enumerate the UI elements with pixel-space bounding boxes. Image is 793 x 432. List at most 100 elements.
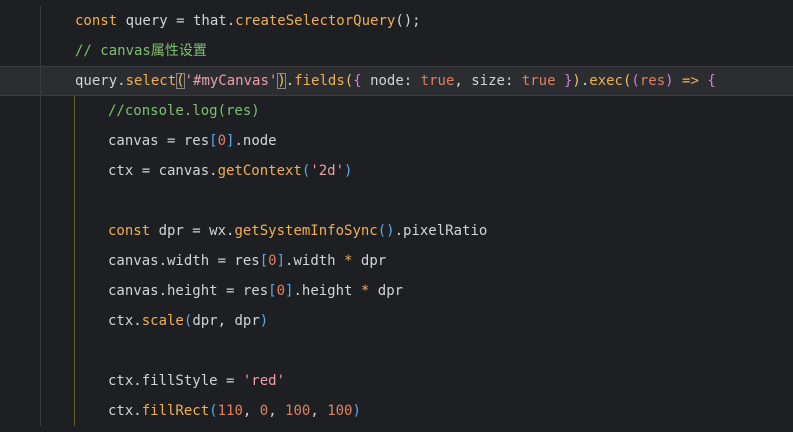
code-line[interactable]: canvas.width = res[0].width * dpr — [0, 246, 793, 276]
code-token: true — [521, 73, 556, 89]
code-token: [ — [209, 133, 218, 149]
code-line[interactable]: const dpr = wx.getSystemInfoSync().pixel… — [0, 216, 793, 246]
code-token: ( — [176, 73, 185, 89]
code-token: 100 — [327, 403, 353, 419]
code-token: canvas.height = res — [108, 283, 269, 299]
code-line-text: ctx = canvas.getContext('2d') — [108, 156, 352, 186]
code-line-text: const dpr = wx.getSystemInfoSync().pixel… — [108, 216, 487, 246]
code-token: . — [580, 73, 590, 89]
code-line[interactable]: const query = that.createSelectorQuery()… — [0, 6, 793, 36]
indent-guide — [40, 216, 41, 246]
indent-guide — [40, 96, 41, 126]
indent-guide — [40, 36, 41, 66]
code-token: ) — [352, 403, 361, 419]
code-token: ) — [277, 73, 286, 89]
code-token: , size: — [454, 73, 522, 89]
code-token: fillRect — [141, 403, 210, 419]
code-line-text: canvas.width = res[0].width * dpr — [108, 246, 386, 276]
code-line[interactable]: ctx.fillStyle = 'red' — [0, 366, 793, 396]
code-token: 0 — [259, 403, 269, 419]
code-token: // canvas属性设置 — [75, 43, 207, 59]
code-line[interactable]: canvas = res[0].node — [0, 126, 793, 156]
code-token: const — [75, 13, 126, 29]
code-line-text: ctx.scale(dpr, dpr) — [108, 306, 268, 336]
indent-guide — [74, 246, 75, 276]
indent-guide — [40, 366, 41, 396]
indent-guide — [40, 246, 41, 276]
code-token: ctx. — [108, 403, 142, 419]
code-token: ) — [572, 73, 581, 89]
code-token: fields — [294, 73, 345, 89]
indent-guide — [74, 336, 75, 366]
code-token: , — [310, 403, 328, 419]
indent-guide — [40, 396, 41, 426]
code-line[interactable]: canvas.height = res[0].height * dpr — [0, 276, 793, 306]
code-line[interactable]: ctx.fillRect(110, 0, 100, 100) — [0, 396, 793, 426]
indent-guide — [74, 276, 75, 306]
code-line[interactable] — [0, 186, 793, 216]
code-token: => — [673, 73, 708, 89]
code-token: ) — [344, 163, 353, 179]
code-token: 0 — [268, 253, 277, 269]
code-line[interactable]: ctx = canvas.getContext('2d') — [0, 156, 793, 186]
code-token: (); — [395, 13, 421, 29]
code-token: scale — [141, 313, 184, 329]
code-line-text: ctx.fillRect(110, 0, 100, 100) — [108, 396, 361, 426]
code-token: ( — [344, 73, 354, 89]
code-token: ctx.fillStyle = — [108, 373, 243, 389]
indent-guide — [74, 96, 75, 126]
code-token: .pixelRatio — [394, 223, 488, 239]
code-token: { — [353, 73, 362, 89]
code-token: ctx. — [108, 313, 142, 329]
code-line[interactable] — [0, 336, 793, 366]
code-token: dpr, dpr — [192, 313, 260, 329]
code-token: } — [555, 73, 573, 89]
code-line-text: canvas = res[0].node — [108, 126, 277, 156]
code-token: //console.log(res) — [108, 103, 260, 119]
code-line-text: query.select('#myCanvas').fields({ node:… — [75, 67, 716, 95]
indent-guide — [40, 67, 41, 97]
code-line[interactable]: ctx.scale(dpr, dpr) — [0, 306, 793, 336]
code-area[interactable]: const query = that.createSelectorQuery()… — [0, 6, 793, 426]
code-line-active[interactable]: query.select('#myCanvas').fields({ node:… — [0, 66, 793, 97]
code-token: , — [242, 403, 260, 419]
code-line-text: const query = that.createSelectorQuery()… — [75, 6, 421, 36]
code-token: , — [268, 403, 286, 419]
code-line-text: ctx.fillStyle = 'red' — [108, 366, 285, 396]
indent-guide — [40, 156, 41, 186]
indent-guide — [74, 186, 75, 216]
code-line-text: canvas.height = res[0].height * dpr — [108, 276, 403, 306]
code-line[interactable]: //console.log(res) — [0, 96, 793, 126]
code-token: getContext — [217, 163, 302, 179]
code-token: canvas = res — [108, 133, 210, 149]
code-token: const — [108, 223, 159, 239]
code-token: select — [125, 73, 177, 89]
code-token: dpr — [352, 253, 387, 269]
indent-guide — [74, 366, 75, 396]
code-token: { — [707, 73, 716, 89]
indent-guide — [74, 156, 75, 186]
code-token: ) — [665, 73, 674, 89]
indent-guide — [40, 276, 41, 306]
code-token: 0 — [217, 133, 227, 149]
code-token: .height — [293, 283, 361, 299]
indent-guide — [40, 126, 41, 156]
indent-guide — [74, 126, 75, 156]
code-token: createSelectorQuery — [235, 13, 396, 29]
code-editor[interactable]: const query = that.createSelectorQuery()… — [0, 0, 793, 432]
code-token: ( — [631, 73, 640, 89]
code-token: true — [420, 73, 455, 89]
code-line[interactable]: // canvas属性设置 — [0, 36, 793, 66]
indent-guide — [40, 306, 41, 336]
code-token: [ — [268, 283, 277, 299]
indent-guide — [40, 186, 41, 216]
code-token: . — [285, 73, 295, 89]
code-token: query. — [75, 73, 126, 89]
code-token: ) — [259, 313, 269, 329]
code-token: [ — [259, 253, 269, 269]
code-token: 100 — [285, 403, 311, 419]
code-token: 110 — [217, 403, 243, 419]
code-token: dpr — [369, 283, 404, 299]
code-token: res — [639, 73, 666, 89]
code-token: () — [377, 223, 395, 239]
